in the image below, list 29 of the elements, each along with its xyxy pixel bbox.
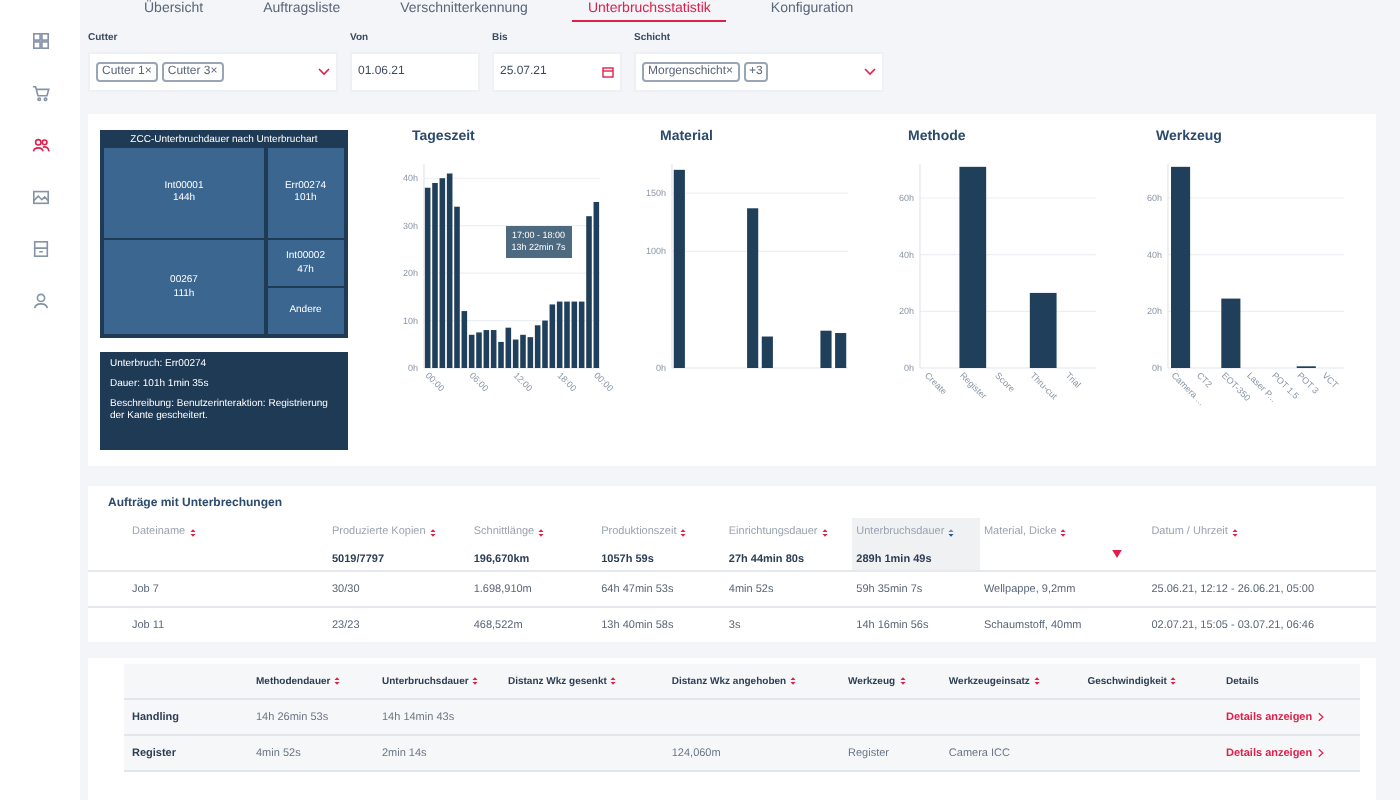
- sidebar-item[interactable]: [28, 80, 52, 104]
- sidebar-item[interactable]: [28, 236, 52, 260]
- sort-icon[interactable]: [538, 527, 545, 537]
- sort-icon[interactable]: [610, 676, 617, 686]
- sort-icon[interactable]: [1060, 527, 1067, 537]
- bar: [820, 330, 832, 368]
- triangle-icon[interactable]: [1111, 550, 1122, 558]
- bar: [1221, 298, 1241, 368]
- sort-icon[interactable]: [899, 676, 906, 686]
- sort-icon[interactable]: [790, 676, 797, 686]
- chevron-icon: [1318, 748, 1325, 758]
- bar: [1029, 292, 1057, 368]
- sort-icon[interactable]: [429, 527, 436, 537]
- chevron-icon: [1318, 712, 1325, 722]
- caret-icon: [318, 68, 330, 76]
- sort-icon[interactable]: [1231, 527, 1238, 537]
- sort-icon[interactable]: [189, 527, 196, 537]
- bar: [835, 333, 847, 368]
- sort-icon[interactable]: [334, 676, 341, 686]
- calendar-icon: [602, 66, 614, 78]
- sidebar-item[interactable]: [28, 288, 52, 312]
- sidebar-item[interactable]: [28, 28, 52, 52]
- sort-icon[interactable]: [1033, 676, 1040, 686]
- sort-icon[interactable]: [680, 527, 687, 537]
- caret-icon: [864, 68, 876, 76]
- sort-icon[interactable]: [821, 527, 828, 537]
- sort-icon[interactable]: [948, 527, 955, 537]
- sort-icon[interactable]: [472, 676, 479, 686]
- sort-icon[interactable]: [1170, 676, 1177, 686]
